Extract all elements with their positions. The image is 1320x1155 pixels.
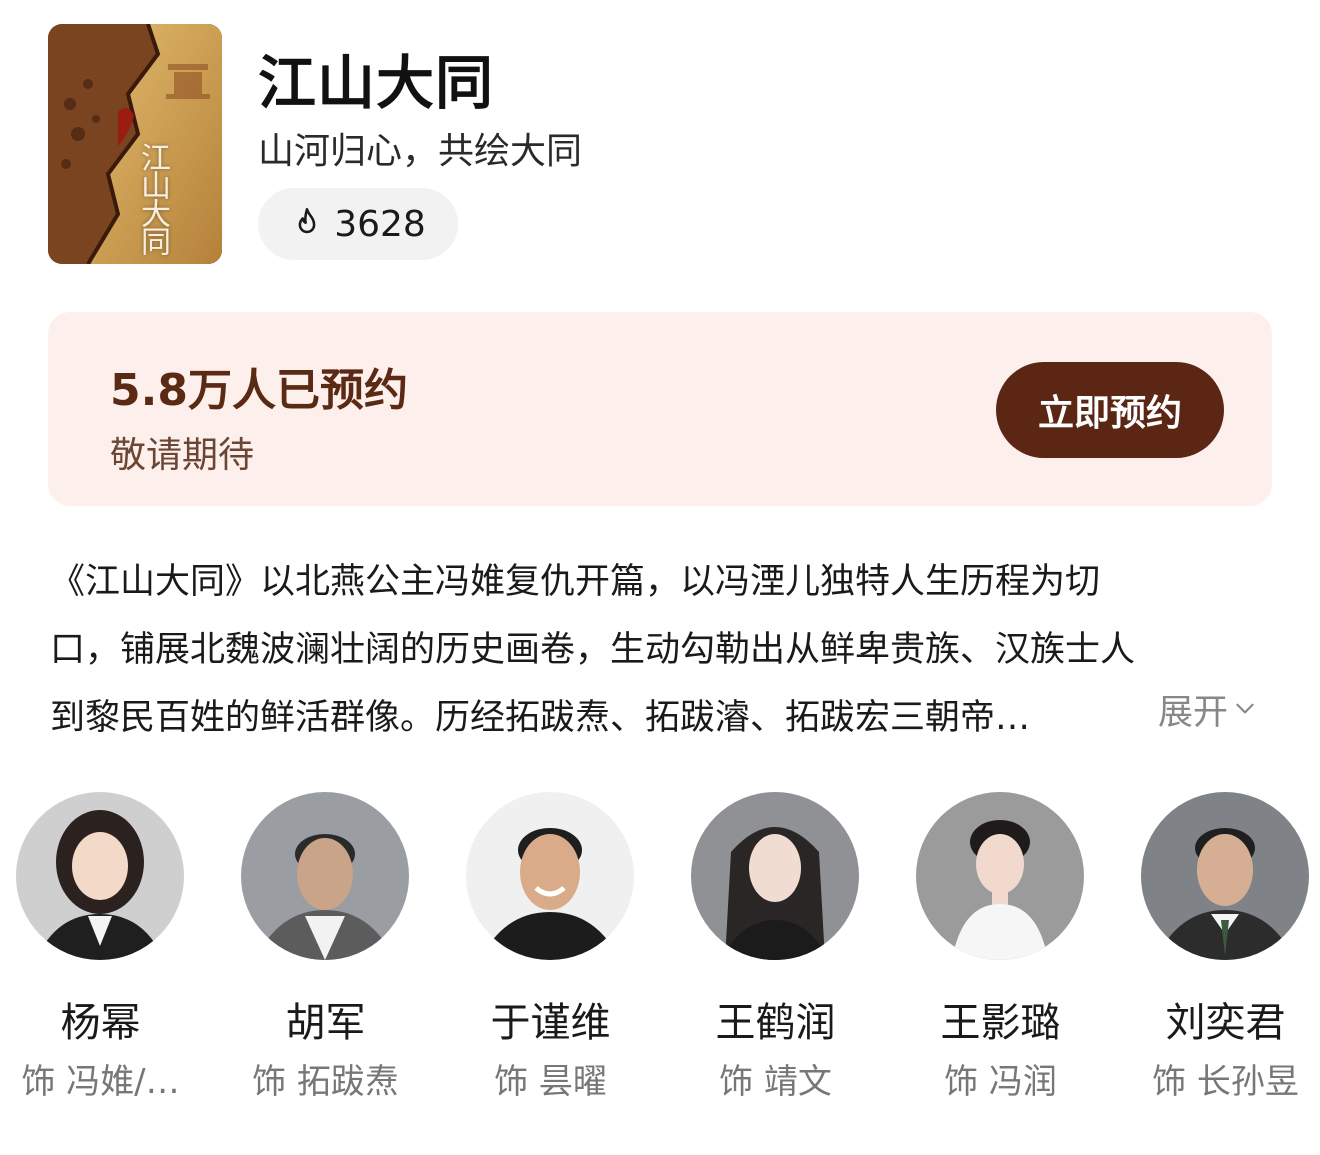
show-poster[interactable]: 江山大同 xyxy=(48,24,222,264)
cast-member[interactable]: 胡军 饰 拓跋焘 xyxy=(213,792,438,1102)
reservation-status: 敬请期待 xyxy=(110,435,255,476)
flame-icon xyxy=(290,205,324,243)
cast-name: 刘奕君 xyxy=(1165,1000,1286,1046)
cast-role: 饰 拓跋焘 xyxy=(252,1062,399,1102)
cast-role: 饰 靖文 xyxy=(719,1062,832,1102)
cast-name: 王鹤润 xyxy=(715,1000,836,1046)
show-subtitle: 山河归心，共绘大同 xyxy=(258,131,583,172)
cast-member[interactable]: 于谨维 饰 昙曜 xyxy=(438,792,663,1102)
reservation-card: 5.8万人已预约 敬请期待 立即预约 xyxy=(48,312,1272,506)
avatar xyxy=(466,792,634,960)
description-line: 到黎民百姓的鲜活群像。历经拓跋焘、拓跋濬、拓跋宏三朝帝… xyxy=(50,698,1031,738)
description-line: 《江山大同》以北燕公主冯婎复仇开篇，以冯湮儿独特人生历程为切 xyxy=(50,562,1101,602)
reservation-count: 5.8万人已预约 xyxy=(110,365,408,416)
avatar xyxy=(916,792,1084,960)
expand-description-button[interactable]: 展开 xyxy=(1158,684,1258,735)
reserve-button[interactable]: 立即预约 xyxy=(996,362,1224,458)
cast-list: 杨幂 饰 冯婎/… 胡军 饰 拓跋焘 于谨维 饰 昙曜 王鹤润 饰 靖文 王影璐… xyxy=(0,792,1320,1112)
cast-name: 王影璐 xyxy=(940,1000,1061,1046)
cast-role: 饰 昙曜 xyxy=(494,1062,607,1102)
chevron-down-icon xyxy=(1232,690,1258,730)
show-title: 江山大同 xyxy=(258,49,495,117)
avatar xyxy=(1141,792,1309,960)
description-line: 口，铺展北魏波澜壮阔的历史画卷，生动勾勒出从鲜卑贵族、汉族士人 xyxy=(50,630,1136,670)
avatar xyxy=(16,792,184,960)
poster-calligraphy: 江山大同 xyxy=(135,142,170,254)
show-description: 《江山大同》以北燕公主冯婎复仇开篇，以冯湮儿独特人生历程为切 口，铺展北魏波澜壮… xyxy=(50,548,1270,752)
cast-role: 饰 长孙昱 xyxy=(1152,1062,1299,1102)
cast-member[interactable]: 刘奕君 饰 长孙昱 xyxy=(1113,792,1320,1102)
cast-role: 饰 冯润 xyxy=(944,1062,1057,1102)
cast-role: 饰 冯婎/… xyxy=(21,1062,180,1102)
heat-count: 3628 xyxy=(334,203,426,245)
avatar xyxy=(241,792,409,960)
cast-name: 胡军 xyxy=(285,1000,366,1046)
cast-member[interactable]: 王鹤润 饰 靖文 xyxy=(663,792,888,1102)
avatar xyxy=(691,792,859,960)
heat-badge[interactable]: 3628 xyxy=(258,188,458,260)
cast-name: 杨幂 xyxy=(60,1000,141,1046)
cast-member[interactable]: 杨幂 饰 冯婎/… xyxy=(0,792,213,1102)
expand-label: 展开 xyxy=(1158,693,1229,733)
cast-member[interactable]: 王影璐 饰 冯润 xyxy=(888,792,1113,1102)
show-detail-page: 江山大同 江山大同 山河归心，共绘大同 3628 5.8万人已预约 敬请期待 立… xyxy=(0,0,1320,1155)
cast-name: 于谨维 xyxy=(490,1000,611,1046)
